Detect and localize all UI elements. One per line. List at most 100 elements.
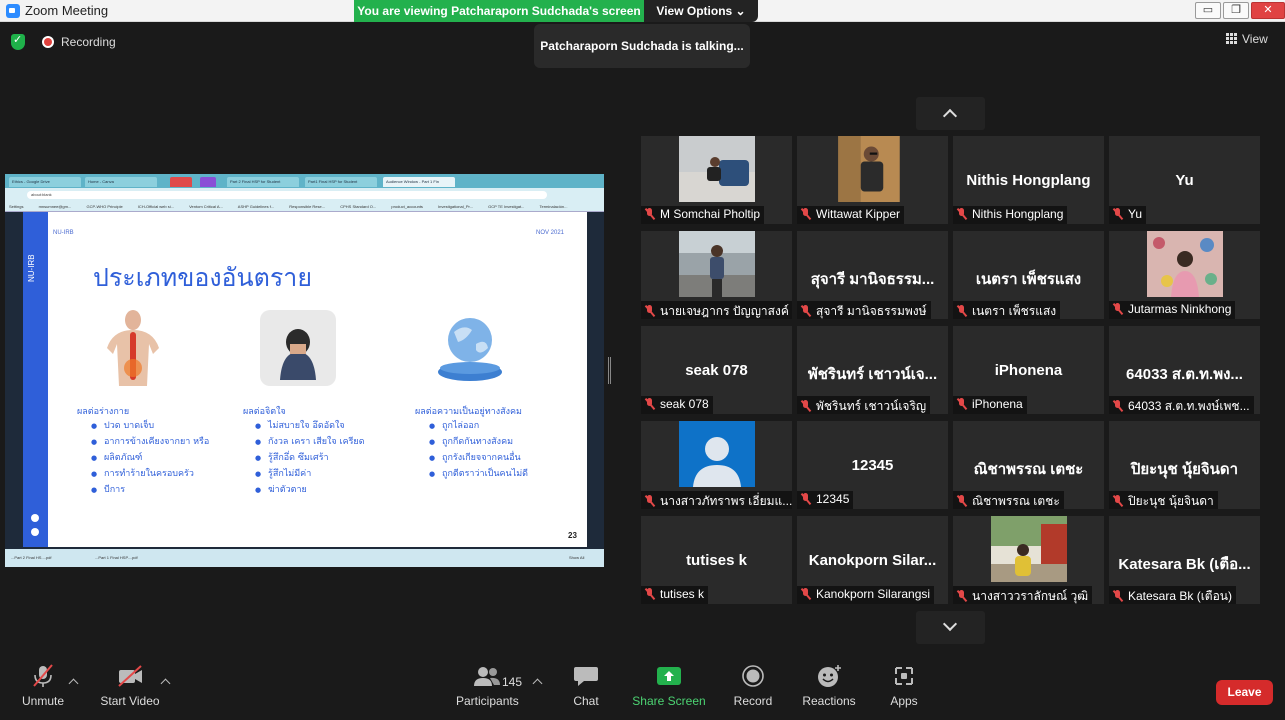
participant-name: iPhonena [972,397,1023,411]
participant-tile[interactable]: สุจารี มานิจธรรม... สุจารี มานิจธรรมพงษ์ [797,231,948,319]
gallery-page-up-button[interactable] [916,97,985,130]
muted-mic-icon [645,495,654,507]
participant-tile[interactable]: นายเจษฎากร ปัญญาสงค์ [641,231,792,319]
participant-tile[interactable]: Yu Yu [1109,136,1260,224]
presentation-slide: NU-IRB NU-IRB NOV 2021 ประเภทของอันตราย … [23,212,587,547]
participant-name-tag: นางสาววราลักษณ์ วุฒิ [953,586,1093,604]
window-title: Zoom Meeting [25,3,109,18]
bookmark: mnsumnee@gm... [38,204,72,209]
browser-tab [170,177,192,187]
restore-button[interactable]: ❐ [1223,2,1249,19]
participant-name: 12345 [816,492,850,506]
participants-label: Participants [456,694,519,708]
browser-tab-bar: Ethics - Google Drive Home - Canva Part … [5,174,604,188]
recording-label: Recording [61,35,116,49]
download-item: ...Part 1 Final HSP....pdf [95,555,138,560]
participant-tile[interactable]: iPhonena iPhonena [953,326,1104,414]
slide-title: ประเภทของอันตราย [93,263,312,292]
reactions-label: Reactions [802,694,856,708]
slide-dot [31,528,39,536]
browser-downloads-bar: ...Part 2 Final HS....pdf ...Part 1 Fina… [5,549,604,567]
chat-button[interactable]: Chat [566,664,606,708]
close-button[interactable]: ✕ [1251,2,1285,19]
muted-mic-icon [33,664,53,687]
participant-tile[interactable]: เนตรา เพ็ชรแสง เนตรา เพ็ชรแสง [953,231,1104,319]
participant-display-name: seak 078 [685,362,748,379]
participant-display-name: สุจารี มานิจธรรม... [810,271,935,288]
participant-tile[interactable]: Kanokporn Silar... Kanokporn Silarangsi [797,516,948,604]
apps-button[interactable]: Apps [886,664,922,708]
unmute-button[interactable]: Unmute [18,664,68,708]
harm-list: ไม่สบายใจ อึดอัดใจ กังวล เครา เสียใจ เคร… [255,418,365,498]
slide-page-number: 23 [568,531,577,540]
participant-tile[interactable]: ปิยะนุช นุ้ยจินดา ปิยะนุช นุ้ยจินดา [1109,421,1260,509]
muted-mic-icon [957,305,966,317]
participant-name: Nithis Hongplang [972,207,1064,221]
participant-name: เนตรา เพ็ชรแสง [972,304,1057,318]
participant-tile[interactable]: Jutarmas Ninkhong [1109,231,1260,319]
participant-display-name: เนตรา เพ็ชรแสง [975,271,1082,288]
minimize-button[interactable]: ▭ [1195,2,1221,19]
participant-name: 64033 ส.ต.ท.พงษ์เพช... [1128,399,1250,413]
view-label: View [1242,32,1268,46]
participant-tile[interactable]: Wittawat Kipper [797,136,948,224]
harm-list-item: ถูกตีตราว่าเป็นคนไม่ดี [429,466,528,482]
browser-bookmarks-bar: Settings mnsumnee@gm... GCP-WHO Principl… [5,202,604,212]
participant-tile[interactable]: tutises k tutises k [641,516,792,604]
chat-label: Chat [573,694,599,708]
split-view-handle[interactable] [608,357,611,384]
participant-name-tag: 12345 [797,491,854,509]
leave-button[interactable]: Leave [1216,680,1273,705]
participant-name-tag: Wittawat Kipper [797,206,905,224]
participant-name-tag: tutises k [641,586,709,604]
harm-list-item: ถูกกีดกันทางสังคม [429,434,528,450]
participant-tile[interactable]: M Somchai Pholtip [641,136,792,224]
participant-tile[interactable]: พัชรินทร์ เชาวน์เจ... พัชรินทร์ เชาวน์เจร… [797,326,948,414]
participant-display-name: 12345 [851,457,894,474]
record-button[interactable]: Record [732,664,774,708]
harm-list-item: รู้สึกไม่มีค่า [255,466,365,482]
participant-tile[interactable]: Nithis Hongplang Nithis Hongplang [953,136,1104,224]
muted-mic-icon [645,208,654,220]
participant-display-name: Yu [1175,172,1194,189]
browser-tab-active: Audience Window - Part 1 Fin [383,177,455,187]
start-video-button[interactable]: Start Video [100,664,160,708]
participants-icon [474,667,500,686]
harm-column-heading: ผลต่อจิตใจ [243,407,286,417]
participant-tile[interactable]: Katesara Bk (เตือ... Katesara Bk (เตือน) [1109,516,1260,604]
muted-mic-icon [801,400,810,412]
participant-name: นางสาวภัทราพร เอี่ยมแ... [660,494,792,508]
slide-dot [31,514,39,522]
bookmark: Ventom Critical A... [189,204,223,209]
view-button[interactable]: View [1226,32,1268,46]
participant-tile[interactable]: 64033 ส.ต.ท.พง... 64033 ส.ต.ท.พงษ์เพช... [1109,326,1260,414]
muted-mic-icon [801,305,810,317]
participant-name-tag: Kanokporn Silarangsi [797,586,935,604]
participant-tile[interactable]: ณิชาพรรณ เตชะ ณิชาพรรณ เตชะ [953,421,1104,509]
browser-tab: Home - Canva [85,177,157,187]
slide-side-label: NU-IRB [27,254,36,282]
bookmark: Responsible Rese... [289,204,326,209]
share-screen-button[interactable]: Share Screen [632,664,706,708]
participant-tile[interactable]: seak 078 seak 078 [641,326,792,414]
record-icon [742,665,764,687]
reactions-button[interactable]: Reactions [802,664,856,708]
muted-mic-icon [957,398,966,410]
unmute-label: Unmute [21,694,65,708]
participant-tile[interactable]: 12345 12345 [797,421,948,509]
harm-list-item: ถูกไล่ออก [429,418,528,434]
encryption-shield-icon[interactable] [11,33,25,50]
participant-name: Kanokporn Silarangsi [816,587,931,601]
participant-count: 145 [502,675,523,689]
sad-person-illustration [260,310,336,386]
gallery-page-down-button[interactable] [916,611,985,644]
participant-tile[interactable]: นางสาววราลักษณ์ วุฒิ [953,516,1104,604]
viewing-screen-banner: You are viewing Patcharaporn Sudchada's … [354,0,644,22]
participant-name-tag: 64033 ส.ต.ท.พงษ์เพช... [1109,396,1254,414]
view-options-button[interactable]: View Options ⌄ [644,0,758,22]
recording-icon [42,36,54,48]
participant-name-tag: ปิยะนุช นุ้ยจินดา [1109,491,1218,509]
participant-name-tag: Katesara Bk (เตือน) [1109,586,1236,604]
participant-tile[interactable]: นางสาวภัทราพร เอี่ยมแ... [641,421,792,509]
participant-name-tag: M Somchai Pholtip [641,206,765,224]
